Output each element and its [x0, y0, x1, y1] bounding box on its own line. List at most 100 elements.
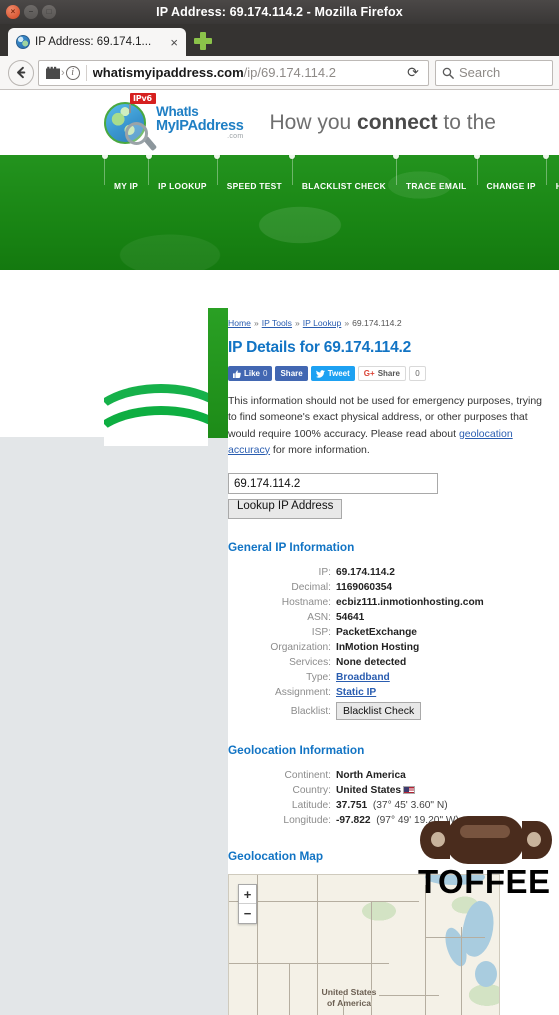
- window-close-button[interactable]: ×: [6, 5, 20, 19]
- type-link[interactable]: Broadband: [336, 672, 390, 683]
- nav-item-ip-lookup[interactable]: IP LOOKUP: [145, 155, 217, 191]
- row-label: ISP:: [311, 627, 331, 639]
- blacklist-check-button[interactable]: Blacklist Check: [336, 702, 422, 721]
- table-row: Organization: InMotion Hosting: [228, 640, 484, 655]
- breadcrumb-ip-tools[interactable]: IP Tools: [262, 318, 292, 328]
- row-label: Blacklist:: [290, 705, 331, 717]
- nav-item-speed-test[interactable]: SPEED TEST: [214, 155, 292, 191]
- tagline-part-1: How you: [269, 110, 358, 134]
- map-water-great-lakes-3: [475, 961, 497, 988]
- logo-ipaddress: IPAddress: [175, 117, 244, 134]
- gplus-share-label: Share: [377, 369, 400, 378]
- twitter-tweet-button[interactable]: Tweet: [310, 366, 355, 381]
- page-info-icon[interactable]: i: [65, 65, 80, 80]
- left-green-strip: [208, 308, 228, 438]
- map-zoom-out-button[interactable]: −: [239, 904, 256, 923]
- nav-item-blacklist-check[interactable]: BLACKLIST CHECK: [289, 155, 396, 191]
- table-row: Services: None detected: [228, 655, 484, 670]
- row-label: Type:: [306, 672, 331, 684]
- tagline-bold: connect: [357, 110, 438, 134]
- browser-toolbar: › i whatismyipaddress.com/ip/69.174.114.…: [0, 56, 559, 90]
- ip-lookup-input[interactable]: [228, 473, 438, 495]
- map-zoom-in-button[interactable]: +: [239, 885, 256, 905]
- main-column: Home» IP Tools» IP Lookup» 69.174.114.2 IP …: [228, 318, 559, 1015]
- site-logo[interactable]: IPv6 WhatIs MyIPAddress .com: [104, 92, 244, 151]
- map-zoom-controls[interactable]: + −: [238, 884, 257, 925]
- us-flag-icon: [403, 786, 416, 795]
- nav-item-trace-email[interactable]: TRACE EMAIL: [393, 155, 477, 191]
- breadcrumb-home[interactable]: Home: [228, 318, 251, 328]
- breadcrumb-separator: »: [253, 318, 259, 328]
- nav-label: TRACE EMAIL: [405, 181, 467, 191]
- nav-dot-icon: [289, 155, 296, 159]
- nav-separator: [104, 155, 105, 185]
- nav-item-change-ip[interactable]: CHANGE IP: [474, 155, 546, 191]
- nav-label: SPEED TEST: [226, 181, 282, 191]
- reload-icon[interactable]: ⟳: [402, 64, 424, 81]
- lookup-ip-button[interactable]: Lookup IP Address: [228, 499, 343, 520]
- row-label: ASN:: [307, 612, 331, 624]
- search-bar[interactable]: Search: [435, 59, 553, 86]
- nav-separator: [395, 155, 397, 185]
- nav-separator: [545, 155, 547, 185]
- nav-separator: [291, 155, 293, 185]
- nav-item-hide-ip[interactable]: HIDE IP: [543, 155, 559, 191]
- social-share-bar: Like 0 Share Tweet G+ Share 0: [228, 366, 553, 381]
- row-value: ecbiz111.inmotionhosting.com: [336, 597, 484, 609]
- tab-strip: IP Address: 69.174.1... ×: [0, 24, 559, 56]
- row-value-cell: Blacklist Check: [336, 700, 484, 722]
- warning-text-2: for more information.: [270, 443, 370, 456]
- nav-dot-icon: [145, 155, 152, 159]
- map-border: [229, 963, 389, 965]
- row-label: IP:: [318, 567, 331, 579]
- left-grey-panel: [0, 437, 228, 1015]
- row-value: PacketExchange: [336, 627, 417, 639]
- row-label: Latitude:: [291, 800, 331, 812]
- table-row: Continent: North America: [228, 768, 459, 783]
- library-icon[interactable]: [43, 60, 63, 86]
- table-row: ASN: 54641: [228, 610, 484, 625]
- geolocation-map[interactable]: + − United States of America: [228, 874, 500, 1015]
- close-icon: ×: [10, 7, 16, 16]
- globe-icon: [16, 35, 30, 49]
- url-path: /ip/69.174.114.2: [243, 65, 336, 80]
- tweet-label: Tweet: [327, 369, 350, 378]
- new-tab-button[interactable]: [192, 30, 214, 52]
- nav-dot-icon: [543, 155, 550, 159]
- row-value: 54641: [336, 612, 365, 624]
- row-value-cell: Static IP: [336, 685, 484, 700]
- fb-share-label: Share: [280, 369, 303, 378]
- general-info-heading: General IP Information: [228, 540, 355, 555]
- map-country-label: United States of America: [303, 987, 395, 1008]
- tagline-part-2: to the: [437, 110, 496, 134]
- chevron-right-icon: ›: [61, 66, 65, 79]
- google-plus-share-button[interactable]: G+ Share: [357, 366, 406, 381]
- search-placeholder: Search: [459, 65, 501, 80]
- facebook-like-button[interactable]: Like 0: [228, 366, 273, 381]
- assignment-link[interactable]: Static IP: [336, 687, 376, 698]
- table-row: Type: Broadband: [228, 670, 484, 685]
- maximize-icon: □: [46, 7, 52, 16]
- browser-tab[interactable]: IP Address: 69.174.1... ×: [8, 28, 186, 56]
- row-label: Country:: [292, 785, 331, 797]
- window-maximize-button[interactable]: □: [42, 5, 56, 19]
- library-svg: [46, 66, 60, 79]
- nav-separator: [216, 155, 218, 185]
- logo-line-2: MyIPAddress: [156, 117, 244, 134]
- logo-wordmark: WhatIs MyIPAddress .com: [156, 105, 244, 140]
- tab-close-icon[interactable]: ×: [168, 36, 180, 49]
- map-border: [461, 927, 462, 1015]
- back-button[interactable]: [6, 59, 36, 87]
- nav-item-my-ip[interactable]: MY IP: [101, 155, 148, 191]
- twitter-bird-icon: [315, 369, 325, 378]
- url-bar[interactable]: › i whatismyipaddress.com/ip/69.174.114.…: [38, 59, 429, 86]
- row-value-cell: -97.822 (97° 49' 19.20" W): [336, 813, 459, 828]
- breadcrumb-ip-lookup[interactable]: IP Lookup: [303, 318, 342, 328]
- window-minimize-button[interactable]: –: [24, 5, 38, 19]
- geolocation-map-heading: Geolocation Map: [228, 849, 324, 864]
- table-row: ISP: PacketExchange: [228, 625, 484, 640]
- row-value-cell: Broadband: [336, 670, 484, 685]
- accuracy-warning: This information should not be used for …: [228, 393, 553, 458]
- page-title: IP Details for 69.174.114.2: [228, 339, 412, 356]
- facebook-share-button[interactable]: Share: [275, 366, 308, 381]
